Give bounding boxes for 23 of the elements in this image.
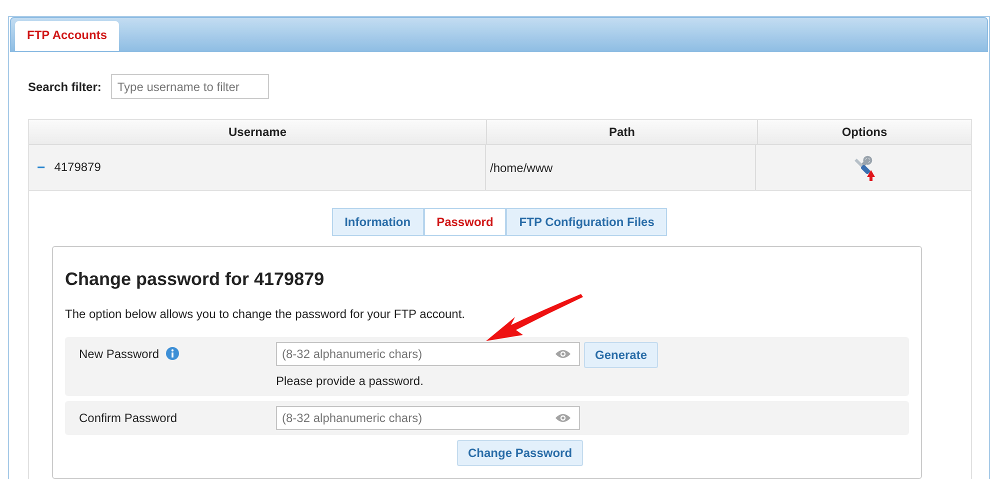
search-field[interactable]: Type username to filter [111, 74, 270, 99]
tab[interactable]: Information [332, 208, 424, 236]
tab[interactable]: Password [424, 208, 506, 236]
column-header: Options [840, 124, 888, 141]
eye-icon[interactable] [555, 349, 571, 359]
search-label: Search filter: [28, 80, 102, 94]
column-header: Username [29, 120, 487, 144]
password-field[interactable]: (8-32 alphanumeric chars) [276, 406, 580, 430]
username-text: 4179879 [54, 160, 101, 174]
field-label: New Password [79, 347, 160, 361]
field-label: Confirm Password [79, 411, 178, 425]
panel-title: Change password for 4179879 [65, 268, 326, 291]
tab[interactable]: FTP Accounts [15, 21, 120, 51]
collapse-toggle[interactable]: − [37, 160, 46, 174]
password-field[interactable]: (8-32 alphanumeric chars) [276, 342, 580, 366]
change-password-button[interactable]: Change Password [457, 440, 584, 466]
column-header: Path [487, 120, 758, 144]
table-cell: /home/www [486, 145, 756, 190]
eye-icon[interactable] [555, 413, 571, 423]
generate-button[interactable]: Generate [584, 342, 658, 368]
validation-message: Please provide a password. [276, 374, 424, 390]
description-text: The option below allows you to change the password for your FTP account. [65, 307, 466, 321]
tab[interactable]: FTP Configuration Files [506, 208, 668, 236]
